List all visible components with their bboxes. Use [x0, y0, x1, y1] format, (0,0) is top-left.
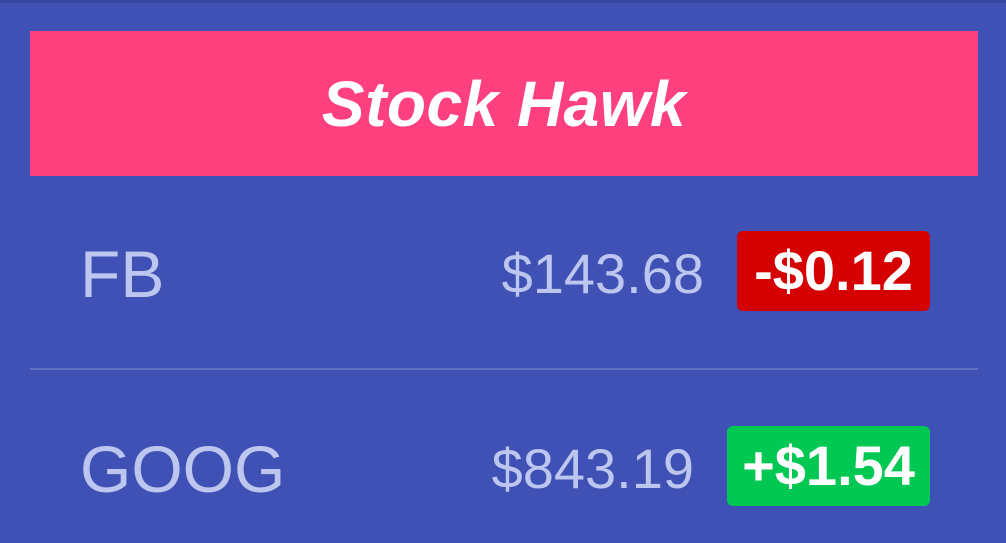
widget-header[interactable]: Stock Hawk [30, 31, 978, 176]
stock-price: $143.68 [501, 242, 704, 305]
app-title: Stock Hawk [321, 67, 687, 140]
stock-widget: Stock Hawk FB $143.68 -$0.12 GOOG $843.1… [0, 0, 1006, 543]
stock-change-badge[interactable]: -$0.12 [737, 231, 930, 311]
top-edge [0, 0, 1006, 3]
stock-price: $843.19 [491, 437, 694, 500]
stock-list[interactable]: FB $143.68 -$0.12 GOOG $843.19 +$1.54 [30, 176, 978, 543]
stock-row[interactable]: GOOG $843.19 +$1.54 [30, 369, 978, 543]
stock-symbol: GOOG [80, 432, 286, 506]
stock-symbol: FB [80, 237, 165, 311]
stock-change-badge[interactable]: +$1.54 [727, 426, 930, 506]
stock-row[interactable]: FB $143.68 -$0.12 [30, 176, 978, 370]
